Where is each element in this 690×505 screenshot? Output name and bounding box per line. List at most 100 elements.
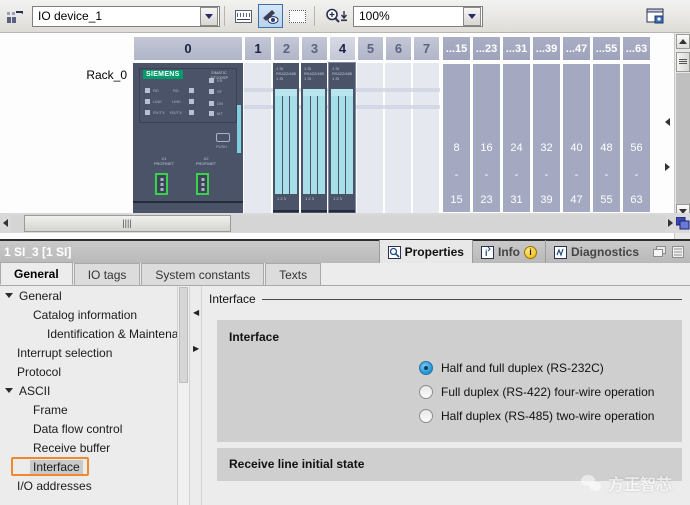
- radio-rs422[interactable]: [419, 385, 433, 399]
- hscroll-thumb[interactable]: ||||: [24, 215, 231, 232]
- window-overview-icon[interactable]: [643, 4, 668, 28]
- nav-item-identification-maintenance[interactable]: Identification & Maintenance: [0, 324, 189, 343]
- nav-item-io-addresses[interactable]: I/O addresses: [0, 476, 189, 495]
- led-rxtx-mid: [189, 110, 194, 115]
- zoom-level-selector[interactable]: 100%: [353, 6, 483, 27]
- module-slot-3[interactable]: 1 SI RS422/485 1 SI 1 2 3: [301, 63, 327, 218]
- slot-header-3[interactable]: 3: [301, 36, 328, 61]
- scroll-thumb-top[interactable]: [676, 52, 690, 72]
- tab-general[interactable]: General: [0, 262, 73, 285]
- nav-item-catalog-information-label: Catalog information: [30, 308, 140, 322]
- tab-properties[interactable]: Properties: [379, 240, 472, 264]
- tab-diagnostics[interactable]: Diagnostics: [545, 240, 647, 264]
- expansion-slot-24-31[interactable]: 24 - 31: [502, 63, 531, 213]
- slot-header-range-23[interactable]: ...23: [472, 36, 501, 61]
- expansion-slot-48-55[interactable]: 48 - 55: [592, 63, 621, 213]
- network-device-icon[interactable]: [2, 4, 27, 28]
- nav-panel-splitter[interactable]: ◀ ▶: [189, 286, 202, 505]
- grid-dots-icon[interactable]: [285, 4, 310, 28]
- scroll-track[interactable]: [676, 73, 690, 217]
- slot-header-6[interactable]: 6: [385, 36, 412, 61]
- radio-rs232c[interactable]: [419, 361, 433, 375]
- graphic-vertical-scrollbar[interactable]: [674, 33, 690, 239]
- zoom-magnifier-icon[interactable]: [325, 8, 349, 24]
- tab-io-tags[interactable]: IO tags: [74, 263, 141, 285]
- expansion-slot-56-63[interactable]: 56 - 63: [622, 63, 651, 213]
- expansion-slot-8-15[interactable]: 8 - 15: [442, 63, 471, 213]
- radio-row-rs422[interactable]: Full duplex (RS-422) four-wire operation: [419, 380, 670, 404]
- nav-item-interrupt-selection[interactable]: Interrupt selection: [0, 343, 189, 362]
- slot-header-range-47[interactable]: ...47: [562, 36, 591, 61]
- nav-item-protocol[interactable]: Protocol: [0, 362, 189, 381]
- interface-group: Interface Half and full duplex (RS-232C)…: [217, 320, 682, 442]
- slot-body-6[interactable]: [385, 63, 412, 213]
- chevron-down-icon-zoom[interactable]: [463, 7, 481, 26]
- nav-item-general[interactable]: General: [0, 286, 189, 305]
- hscroll-left-button[interactable]: [0, 214, 11, 232]
- slot-header-range-31[interactable]: ...31: [502, 36, 531, 61]
- graphic-horizontal-scrollbar[interactable]: ||||: [0, 213, 690, 233]
- expansion-slot-40-47[interactable]: 40 - 47: [562, 63, 591, 213]
- slot-header-5[interactable]: 5: [357, 36, 384, 61]
- expansion-slot-32-39[interactable]: 32 - 39: [532, 63, 561, 213]
- slot-header-4[interactable]: 4: [329, 36, 356, 61]
- module-slot-4[interactable]: 1 SI RS422/485 1 SI 1 2 3: [329, 63, 355, 218]
- expansion-slot-16-23[interactable]: 16 - 23: [472, 63, 501, 213]
- slot-header-0[interactable]: 0: [133, 36, 243, 61]
- device-view-graphic[interactable]: 0 1 2 3 4 5 6 7 ...15 ...23 ...31 ...39 …: [0, 33, 690, 239]
- radio-rs485-label: Half duplex (RS-485) two-wire operation: [441, 409, 654, 423]
- nav-tree-scrollbar[interactable]: [177, 286, 189, 505]
- profinet-port-x2[interactable]: [196, 173, 209, 195]
- properties-tab-strip: General IO tags System constants Texts: [0, 263, 690, 286]
- nav-item-interface[interactable]: Interface: [0, 457, 189, 476]
- slot-header-range-55[interactable]: ...55: [592, 36, 621, 61]
- highlight-pen-icon[interactable]: [258, 4, 283, 28]
- slot-header-7[interactable]: 7: [413, 36, 440, 61]
- slot-header-range-63[interactable]: ...63: [622, 36, 651, 61]
- device-selector-value: IO device_1: [33, 9, 200, 23]
- split-collapse-right-icon[interactable]: [665, 163, 672, 173]
- module-2-label: 1 SI RS422/485 1 SI: [276, 66, 296, 82]
- chevron-down-icon[interactable]: [200, 7, 218, 26]
- split-collapse-left-icon[interactable]: [665, 118, 672, 128]
- ruler-icon[interactable]: [231, 4, 256, 28]
- expansion-end-47: 47: [563, 194, 590, 206]
- nav-tree-scroll-thumb[interactable]: [179, 287, 188, 383]
- chevron-down-icon-ascii[interactable]: [2, 388, 16, 393]
- slot-body-5[interactable]: [357, 63, 384, 213]
- overview-toggle-icon[interactable]: [676, 215, 690, 231]
- slot-body-7[interactable]: [413, 63, 440, 213]
- nav-item-data-flow-control-label: Data flow control: [30, 422, 125, 436]
- device-selector[interactable]: IO device_1: [32, 6, 220, 27]
- device-toolbar: IO device_1 100%: [0, 0, 690, 33]
- chevron-down-icon-general[interactable]: [2, 293, 16, 298]
- radio-rs485[interactable]: [419, 409, 433, 423]
- splitter-expand-icon[interactable]: ▶: [193, 344, 199, 353]
- radio-rs232c-label: Half and full duplex (RS-232C): [441, 361, 604, 375]
- slot-body-1[interactable]: [244, 63, 272, 213]
- nav-item-catalog-information[interactable]: Catalog information: [0, 305, 189, 324]
- module-slot-0[interactable]: SIEMENS SIMATIC ET200SP RD LINK RX/TX RD…: [133, 63, 243, 218]
- splitter-collapse-icon[interactable]: ◀: [193, 308, 199, 317]
- profinet-port-x1[interactable]: [155, 173, 168, 195]
- nav-item-receive-buffer[interactable]: Receive buffer: [0, 438, 189, 457]
- nav-item-ascii[interactable]: ASCII: [0, 381, 189, 400]
- slot-header-range-39[interactable]: ...39: [532, 36, 561, 61]
- slot-header-2[interactable]: 2: [273, 36, 300, 61]
- tab-texts[interactable]: Texts: [265, 263, 321, 285]
- radio-rs422-label: Full duplex (RS-422) four-wire operation: [441, 385, 654, 399]
- tab-info[interactable]: i Info i: [472, 240, 545, 264]
- scroll-up-button[interactable]: [676, 34, 690, 49]
- hscroll-right-button[interactable]: [666, 214, 677, 232]
- radio-row-rs485[interactable]: Half duplex (RS-485) two-wire operation: [419, 404, 670, 428]
- nav-item-data-flow-control[interactable]: Data flow control: [0, 419, 189, 438]
- tab-system-constants[interactable]: System constants: [141, 263, 264, 285]
- properties-nav-tree[interactable]: General Catalog information Identificati…: [0, 286, 189, 505]
- led-label-link-left: LINK: [153, 99, 162, 104]
- slot-header-range-15[interactable]: ...15: [442, 36, 471, 61]
- push-label: PUSH: [216, 144, 227, 149]
- module-slot-2[interactable]: 1 SI RS422/485 1 SI 1 2 3: [273, 63, 299, 218]
- nav-item-frame[interactable]: Frame: [0, 400, 189, 419]
- slot-header-1[interactable]: 1: [244, 36, 272, 61]
- radio-row-rs232c[interactable]: Half and full duplex (RS-232C): [419, 356, 670, 380]
